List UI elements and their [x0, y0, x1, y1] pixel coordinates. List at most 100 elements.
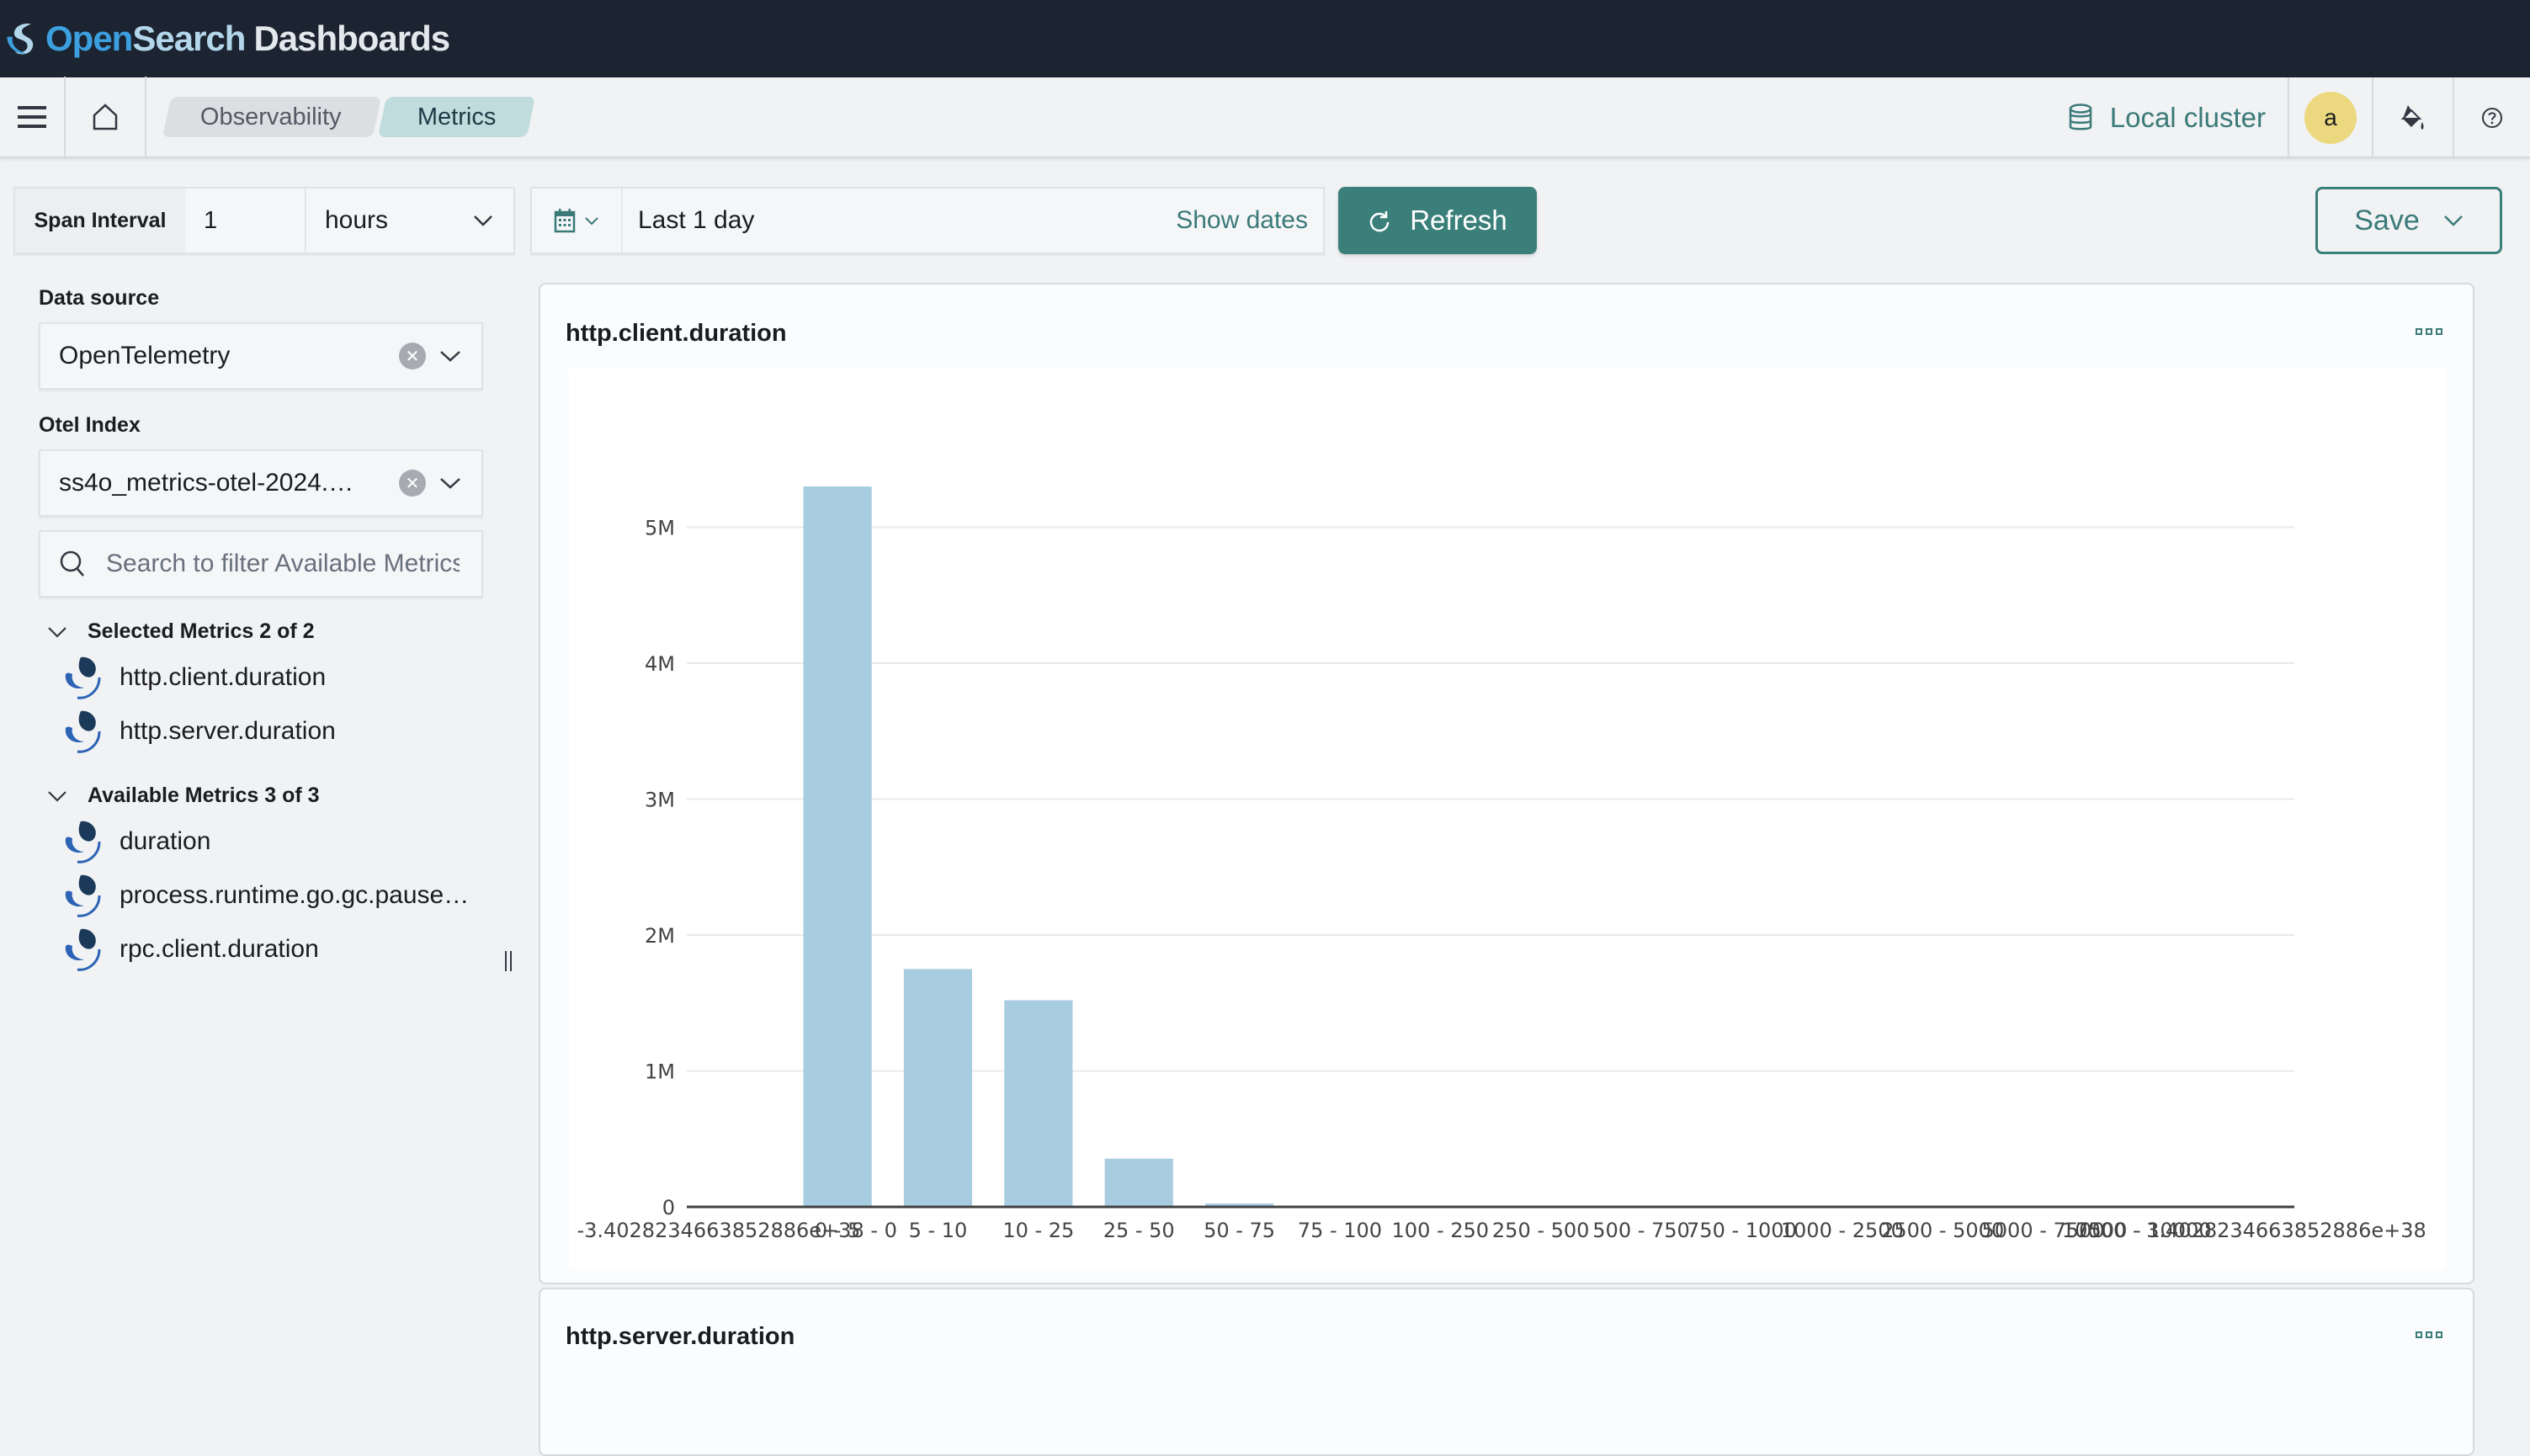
opensearch-metric-icon [65, 928, 101, 971]
span-unit-select[interactable]: hours [306, 189, 513, 252]
y-tick-label: 2M [645, 924, 675, 948]
save-button[interactable]: Save [2315, 187, 2502, 254]
metrics-sidebar: Data source OpenTelemetry ✕ Otel Index s… [39, 286, 483, 976]
show-dates-link[interactable]: Show dates [1176, 206, 1323, 235]
y-tick-label: 1M [645, 1060, 675, 1084]
menu-toggle-button[interactable] [0, 77, 66, 157]
help-button[interactable] [2453, 77, 2530, 158]
selected-metric-item[interactable]: http.client.duration [62, 651, 483, 704]
data-source-select[interactable]: OpenTelemetry ✕ [39, 322, 483, 390]
refresh-icon [1369, 211, 1390, 232]
panel-options-button[interactable] [2416, 328, 2442, 335]
x-tick-label: 100 - 250 [1392, 1219, 1490, 1242]
x-tick-label: 25 - 50 [1103, 1219, 1175, 1242]
available-metric-item[interactable]: process.runtime.go.gc.pause… [62, 869, 483, 922]
more-dots-icon [2426, 328, 2432, 335]
x-tick-label: 75 - 100 [1298, 1219, 1382, 1242]
x-tick-label: 50 - 75 [1204, 1219, 1275, 1242]
x-tick-label: 0 - 5 [815, 1219, 860, 1242]
metric-label: http.server.duration [120, 717, 336, 745]
app-header: OpenSearch Dashboards [0, 0, 2530, 77]
logo-text-open: Open [45, 19, 133, 58]
metrics-search-input[interactable] [106, 550, 460, 578]
span-interval-group: Span Interval hours [13, 187, 515, 254]
x-tick-label: 10000 - 3.4028234663852886e+38 [2062, 1219, 2426, 1242]
breadcrumb-observability[interactable]: Observability [162, 97, 381, 137]
date-picker: Last 1 day Show dates [530, 187, 1325, 254]
y-tick-label: 5M [645, 517, 675, 540]
user-menu: a [2288, 77, 2372, 158]
chevron-down-icon [2443, 215, 2463, 226]
selected-metric-item[interactable]: http.server.duration [62, 704, 483, 758]
chevron-down-icon [48, 626, 66, 638]
selected-metrics-toggle[interactable]: Selected Metrics 2 of 2 [47, 619, 483, 644]
span-interval-input[interactable] [185, 189, 306, 252]
refresh-button[interactable]: Refresh [1338, 187, 1537, 254]
chevron-down-icon [440, 478, 460, 489]
breadcrumb-label: Observability [200, 103, 342, 130]
more-dots-icon [2436, 1331, 2442, 1338]
available-metrics-heading: Available Metrics 3 of 3 [88, 784, 320, 807]
histogram-bar[interactable] [1104, 1158, 1173, 1207]
chevron-down-icon [440, 351, 460, 362]
data-source-cluster-selector[interactable]: Local cluster [2068, 102, 2288, 134]
data-source-label: Data source [39, 286, 160, 310]
more-dots-icon [2416, 328, 2422, 335]
more-dots-icon [2416, 1331, 2422, 1338]
histogram-bar[interactable] [903, 969, 973, 1207]
x-tick-label: 500 - 750 [1592, 1219, 1690, 1242]
breadcrumb-label: Metrics [417, 103, 497, 130]
cluster-label: Local cluster [2109, 102, 2266, 133]
date-range-display[interactable]: Last 1 day [623, 206, 1176, 235]
clear-data-source-button[interactable]: ✕ [399, 343, 426, 369]
available-metrics-toggle[interactable]: Available Metrics 3 of 3 [47, 784, 483, 808]
metric-label: process.runtime.go.gc.pause… [120, 881, 470, 909]
histogram-bar[interactable] [803, 486, 872, 1207]
navigation-bar: Observability Metrics Local cluster a [0, 77, 2530, 158]
theme-button[interactable] [2372, 77, 2453, 158]
more-dots-icon [2436, 328, 2442, 335]
selected-metrics-heading: Selected Metrics 2 of 2 [88, 619, 315, 643]
available-metric-item[interactable]: rpc.client.duration [62, 922, 483, 976]
y-tick-label: 4M [645, 652, 675, 676]
opensearch-metric-icon [65, 821, 101, 864]
y-tick-label: 0 [662, 1196, 675, 1220]
opensearch-logo-icon [7, 23, 34, 55]
metric-label: http.client.duration [120, 663, 327, 691]
logo-text-search: Search [132, 19, 246, 58]
home-button[interactable] [66, 77, 146, 157]
home-icon [93, 104, 118, 130]
save-label: Save [2354, 204, 2420, 236]
x-tick-label: 250 - 500 [1492, 1219, 1590, 1242]
help-icon [2482, 108, 2502, 128]
otel-index-select[interactable]: ss4o_metrics-otel-2024.… ✕ [39, 449, 483, 517]
panel-title: http.client.duration [566, 320, 787, 347]
logo-text-dashboards: Dashboards [253, 19, 450, 58]
paint-bucket-icon [2400, 105, 2424, 130]
y-tick-label: 3M [645, 789, 675, 812]
breadcrumb-metrics[interactable]: Metrics [377, 97, 536, 137]
metrics-search-field [39, 530, 483, 598]
search-icon [60, 550, 84, 577]
available-metric-item[interactable]: duration [62, 815, 483, 869]
calendar-icon [554, 209, 576, 233]
otel-index-label: Otel Index [39, 413, 141, 437]
x-tick-label: 5 - 10 [909, 1219, 968, 1242]
chevron-down-icon [48, 790, 66, 802]
histogram-chart: 0 1M 2M 3M 4M 5M -3.4028234663852886e+38 - 00 … [569, 369, 2446, 1269]
span-unit-value: hours [325, 206, 389, 234]
clear-otel-index-button[interactable]: ✕ [399, 470, 426, 497]
database-icon [2069, 104, 2092, 130]
refresh-label: Refresh [1410, 205, 1507, 236]
sidebar-resize-handle[interactable] [505, 951, 515, 971]
panel-options-button[interactable] [2416, 1331, 2442, 1338]
metric-panel: http.server.duration [539, 1288, 2474, 1456]
avatar[interactable]: a [2304, 92, 2357, 144]
more-dots-icon [2426, 1331, 2432, 1338]
quick-select-button[interactable] [532, 189, 623, 252]
hamburger-menu-icon [18, 106, 46, 128]
chart-svg: 01M2M3M4M5M-3.4028234663852886e+38 - 00 … [577, 486, 2426, 1242]
opensearch-logo[interactable]: OpenSearch Dashboards [3, 19, 450, 59]
histogram-bar[interactable] [1004, 1000, 1073, 1207]
metric-label: rpc.client.duration [120, 935, 319, 963]
